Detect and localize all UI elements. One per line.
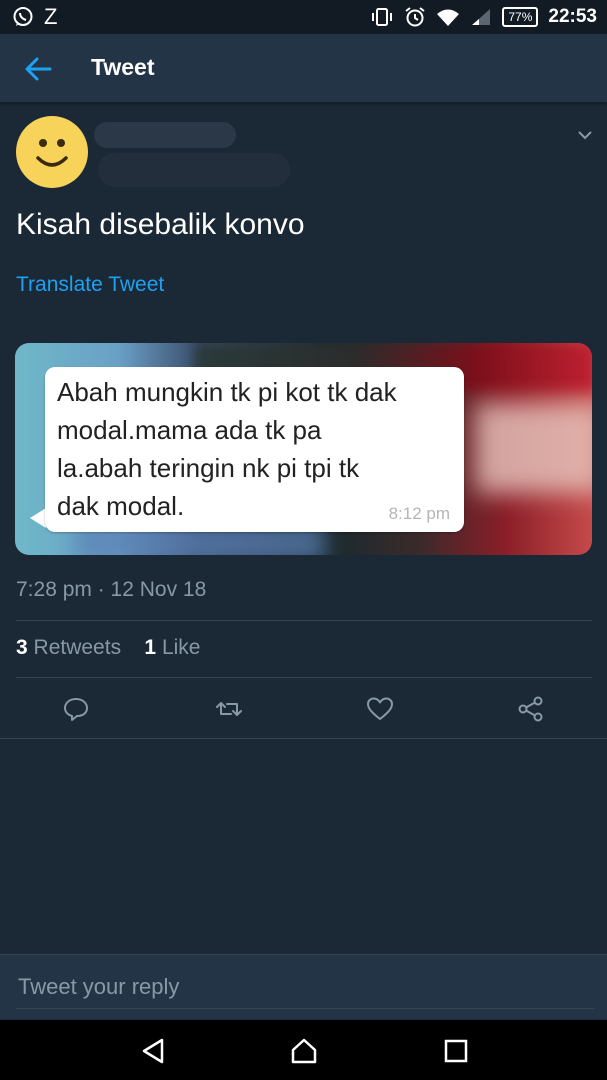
back-arrow-icon[interactable] [20, 54, 56, 84]
tweet-timestamp: 7:28 pm · 12 Nov 18 [16, 578, 207, 601]
chat-bubble-text: Abah mungkin tk pi kot tk dak modal.mama… [57, 373, 457, 525]
alarm-icon [405, 7, 425, 27]
retweets-stat[interactable]: 3 Retweets [16, 636, 121, 659]
vibrate-icon [372, 8, 393, 26]
translate-tweet-link[interactable]: Translate Tweet [16, 273, 164, 297]
redacted-display-name [94, 122, 236, 148]
chat-bubble-time: 8:12 pm [388, 504, 450, 523]
chat-line: modal.mama ada tk pa [57, 415, 322, 445]
media-background-blur [475, 403, 592, 493]
chat-line: Abah mungkin tk pi kot tk dak [57, 377, 397, 407]
reply-icon[interactable] [62, 696, 90, 722]
page-title: Tweet [91, 54, 155, 80]
whatsapp-icon [13, 7, 33, 26]
android-nav-bar [0, 1020, 607, 1080]
divider [16, 620, 592, 621]
nav-home-icon[interactable] [289, 1036, 319, 1066]
chat-line: la.abah teringin nk pi tpi tk [57, 453, 360, 483]
chevron-down-icon[interactable] [576, 128, 594, 142]
chat-bubble: Abah mungkin tk pi kot tk dak modal.mama… [45, 367, 464, 532]
nav-recents-icon[interactable] [441, 1036, 471, 1066]
share-icon[interactable] [517, 696, 545, 722]
z-icon: Z [44, 4, 58, 29]
tweet-text: Kisah disebalik konvo [16, 208, 305, 241]
retweets-label: Retweets [33, 636, 122, 659]
tweet-stats: 3 Retweets 1 Like [16, 636, 200, 660]
chat-bubble-tail [30, 508, 46, 528]
likes-count: 1 [144, 636, 157, 659]
app-bar: Tweet [0, 34, 607, 102]
reply-bar [0, 954, 607, 1019]
smiley-face-icon [36, 139, 68, 167]
avatar[interactable] [16, 116, 88, 188]
signal-icon [472, 9, 491, 25]
retweet-icon[interactable] [215, 696, 243, 722]
retweets-count: 3 [16, 636, 28, 659]
likes-stat[interactable]: 1 Like [144, 636, 200, 659]
redacted-username [98, 153, 290, 187]
wifi-icon [437, 9, 460, 26]
status-bar: Z 77% 22:53 [0, 0, 607, 34]
likes-label: Like [161, 636, 201, 659]
reply-input[interactable] [16, 973, 595, 1009]
like-icon[interactable] [366, 696, 394, 722]
divider [16, 677, 592, 678]
divider [0, 738, 607, 739]
nav-back-icon[interactable] [138, 1036, 168, 1066]
status-time: 22:53 [548, 6, 597, 27]
battery-icon: 77% [502, 7, 539, 27]
